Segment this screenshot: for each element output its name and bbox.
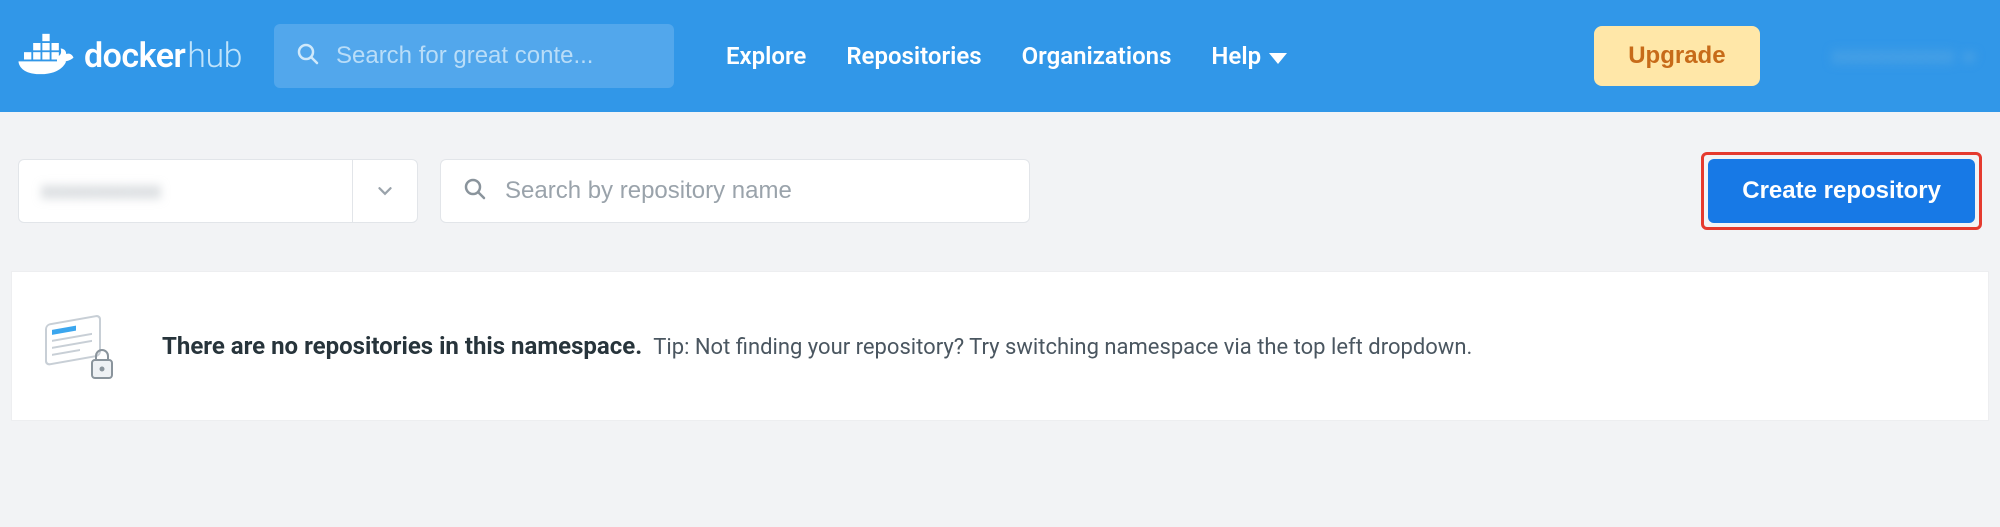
search-icon	[463, 177, 487, 205]
logo-text: dockerhub	[84, 36, 242, 76]
search-icon	[296, 42, 320, 70]
repo-toolbar: xxxxxxxxxxx Create repository	[0, 112, 2000, 258]
chevron-down-icon	[1269, 53, 1287, 64]
nav-help[interactable]: Help	[1211, 42, 1287, 70]
empty-state-headline: There are no repositories in this namesp…	[162, 332, 642, 360]
empty-state-tip: Tip: Not finding your repository? Try sw…	[653, 335, 1472, 360]
nav-help-label: Help	[1211, 42, 1261, 70]
top-navbar: dockerhub Explore Repositories Organizat…	[0, 0, 2000, 112]
nav-links: Explore Repositories Organizations Help	[726, 42, 1287, 70]
nav-repositories[interactable]: Repositories	[846, 42, 981, 70]
namespace-selected: xxxxxxxxxxx	[19, 179, 352, 204]
upgrade-button[interactable]: Upgrade	[1594, 26, 1759, 86]
create-repository-button[interactable]: Create repository	[1708, 159, 1975, 223]
namespace-dropdown[interactable]: xxxxxxxxxxx	[18, 159, 418, 223]
repo-search-input[interactable]	[505, 177, 1007, 205]
empty-state-panel: There are no repositories in this namesp…	[12, 272, 1988, 420]
docker-hub-logo[interactable]: dockerhub	[16, 32, 242, 80]
create-repository-highlight: Create repository	[1701, 152, 1982, 230]
nav-explore[interactable]: Explore	[726, 42, 806, 70]
chevron-down-icon	[353, 180, 417, 202]
chevron-down-icon	[1962, 54, 1976, 63]
user-name: xxxxxxxxxxx	[1832, 44, 1954, 69]
empty-state-text: There are no repositories in this namesp…	[162, 332, 1472, 360]
global-search[interactable]	[274, 24, 674, 88]
global-search-input[interactable]	[336, 42, 652, 70]
empty-repo-icon	[40, 308, 120, 384]
repo-search[interactable]	[440, 159, 1030, 223]
whale-icon	[16, 32, 76, 80]
nav-organizations[interactable]: Organizations	[1022, 42, 1172, 70]
user-menu[interactable]: xxxxxxxxxxx	[1832, 44, 1976, 69]
